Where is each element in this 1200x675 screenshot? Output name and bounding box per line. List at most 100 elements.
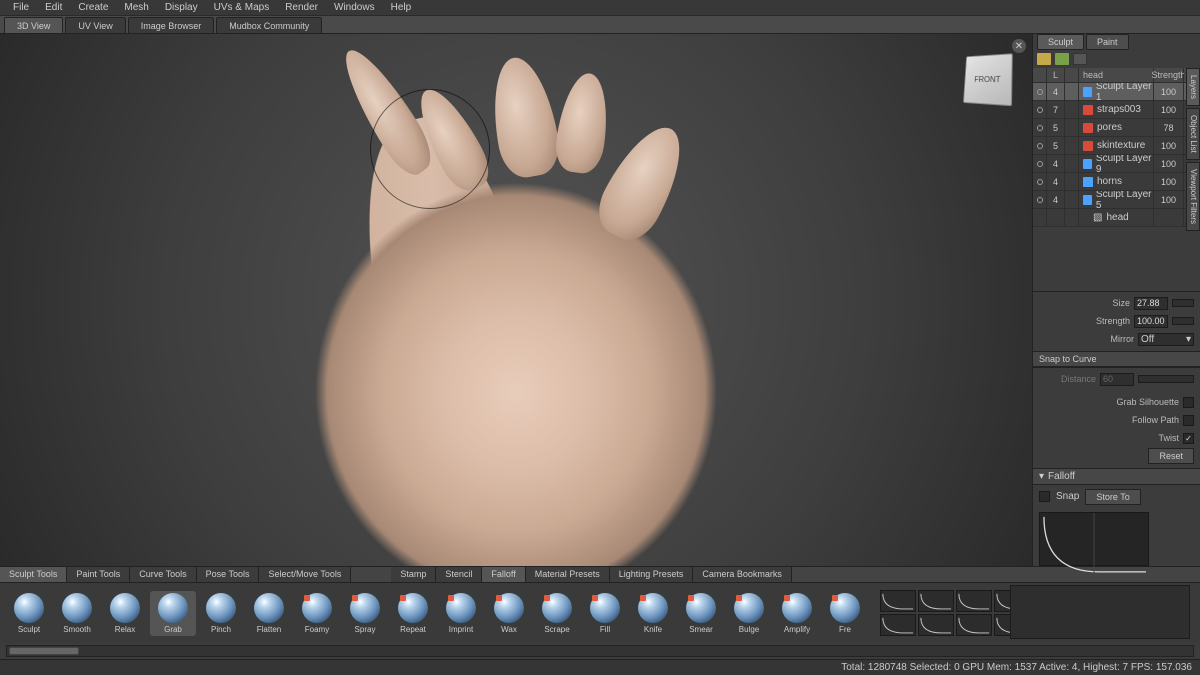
layer-strength[interactable]: 100 [1154,83,1184,100]
tool-knife[interactable]: Knife [630,591,676,636]
menu-mesh[interactable]: Mesh [116,0,156,15]
visibility-icon[interactable] [1037,125,1043,131]
tool-tab-stamp[interactable]: Stamp [391,567,436,582]
tool-tab-material-presets[interactable]: Material Presets [526,567,610,582]
layer-strength[interactable]: 100 [1154,101,1184,118]
falloff-preset[interactable] [956,590,992,612]
tool-shelf-scrollbar[interactable] [6,645,1194,657]
tool-fill[interactable]: Fill [582,591,628,636]
falloff-preset[interactable] [880,614,916,636]
reset-button[interactable]: Reset [1148,448,1194,464]
strength-slider[interactable] [1172,317,1194,325]
menu-help[interactable]: Help [383,0,420,15]
tab-uv-view[interactable]: UV View [65,17,125,33]
tool-wax[interactable]: Wax [486,591,532,636]
falloff-presets [880,590,1030,636]
layer-row[interactable]: 7straps003100 [1033,101,1200,119]
tool-tab-paint-tools[interactable]: Paint Tools [67,567,130,582]
tool-flatten[interactable]: Flatten [246,591,292,636]
visibility-icon[interactable] [1037,107,1043,113]
tool-label: Foamy [305,625,329,634]
tool-tab-lighting-presets[interactable]: Lighting Presets [610,567,694,582]
falloff-preset[interactable] [918,590,954,612]
layer-strength[interactable]: 100 [1154,155,1184,172]
falloff-header[interactable]: ▾Falloff [1033,468,1200,485]
close-icon[interactable]: ✕ [1012,39,1026,53]
tool-repeat[interactable]: Repeat [390,591,436,636]
strength-input[interactable] [1134,315,1168,328]
layer-row[interactable]: 4Sculpt Layer 9100 [1033,155,1200,173]
mode-tab-sculpt[interactable]: Sculpt [1037,34,1084,50]
layer-row[interactable]: 5skintexture100 [1033,137,1200,155]
tool-pinch[interactable]: Pinch [198,591,244,636]
mode-tab-paint[interactable]: Paint [1086,34,1129,50]
layer-strength[interactable]: 100 [1154,191,1184,208]
twist-checkbox[interactable] [1183,433,1194,444]
store-to-button[interactable]: Store To [1085,489,1140,505]
falloff-snap-checkbox[interactable] [1039,491,1050,502]
menu-uvs-maps[interactable]: UVs & Maps [206,0,278,15]
visibility-icon[interactable] [1037,161,1043,167]
tool-amplify[interactable]: Amplify [774,591,820,636]
layer-strength[interactable]: 78 [1154,119,1184,136]
menu-edit[interactable]: Edit [37,0,70,15]
tab-image-browser[interactable]: Image Browser [128,17,215,33]
layer-row[interactable]: 4horns100 [1033,173,1200,191]
tool-sculpt[interactable]: Sculpt [6,591,52,636]
tool-tab-falloff[interactable]: Falloff [482,567,525,582]
visibility-icon[interactable] [1037,89,1043,95]
falloff-preset[interactable] [956,614,992,636]
menu-display[interactable]: Display [157,0,206,15]
size-slider[interactable] [1172,299,1194,307]
tool-smear[interactable]: Smear [678,591,724,636]
distance-slider[interactable] [1138,375,1194,383]
mirror-select[interactable]: Off▾ [1138,333,1194,346]
menu-create[interactable]: Create [70,0,116,15]
tab-community[interactable]: Mudbox Community [216,17,322,33]
tool-foamy[interactable]: Foamy [294,591,340,636]
3d-viewport[interactable]: ✕ FRONT [0,34,1032,566]
tool-tab-curve-tools[interactable]: Curve Tools [130,567,196,582]
snap-to-curve-header[interactable]: Snap to Curve [1033,351,1200,367]
menu-file[interactable]: File [5,0,37,15]
visibility-icon[interactable] [1037,179,1043,185]
falloff-preset[interactable] [880,590,916,612]
tool-tab-select-move-tools[interactable]: Select/Move Tools [259,567,351,582]
vtab-object-list[interactable]: Object List [1186,108,1200,160]
tool-imprint[interactable]: Imprint [438,591,484,636]
tool-smooth[interactable]: Smooth [54,591,100,636]
tab-3d-view[interactable]: 3D View [4,17,63,33]
size-input[interactable] [1134,297,1168,310]
layer-options-icon[interactable] [1073,53,1087,65]
layer-strength[interactable]: 100 [1154,173,1184,190]
tool-fre[interactable]: Fre [822,591,868,636]
layer-strength[interactable]: 100 [1154,137,1184,154]
new-layer-icon[interactable] [1037,53,1051,65]
open-layer-icon[interactable] [1055,53,1069,65]
follow-path-checkbox[interactable] [1183,415,1194,426]
vtab-viewport-filters[interactable]: Viewport Filters [1186,162,1200,231]
layers-list[interactable]: 4Sculpt Layer 1100⇄7straps0031005pores78… [1033,83,1200,230]
tool-bulge[interactable]: Bulge [726,591,772,636]
tool-tab-stencil[interactable]: Stencil [436,567,482,582]
view-cube[interactable]: FRONT [963,53,1013,106]
visibility-icon[interactable] [1037,197,1043,203]
visibility-icon[interactable] [1037,143,1043,149]
grab-silhouette-checkbox[interactable] [1183,397,1194,408]
menu-windows[interactable]: Windows [326,0,383,15]
falloff-curve[interactable] [1039,512,1149,566]
tool-tab-camera-bookmarks[interactable]: Camera Bookmarks [693,567,792,582]
tool-tab-pose-tools[interactable]: Pose Tools [197,567,260,582]
layer-row[interactable]: 5pores78 [1033,119,1200,137]
tool-relax[interactable]: Relax [102,591,148,636]
tool-tab-sculpt-tools[interactable]: Sculpt Tools [0,567,67,582]
layer-row[interactable]: 4Sculpt Layer 1100⇄ [1033,83,1200,101]
mesh-row[interactable]: ▧ head [1033,209,1200,227]
tool-spray[interactable]: Spray [342,591,388,636]
layer-row[interactable]: 4Sculpt Layer 5100 [1033,191,1200,209]
tool-scrape[interactable]: Scrape [534,591,580,636]
vtab-layers[interactable]: Layers [1186,68,1200,106]
tool-grab[interactable]: Grab [150,591,196,636]
menu-render[interactable]: Render [277,0,326,15]
falloff-preset[interactable] [918,614,954,636]
